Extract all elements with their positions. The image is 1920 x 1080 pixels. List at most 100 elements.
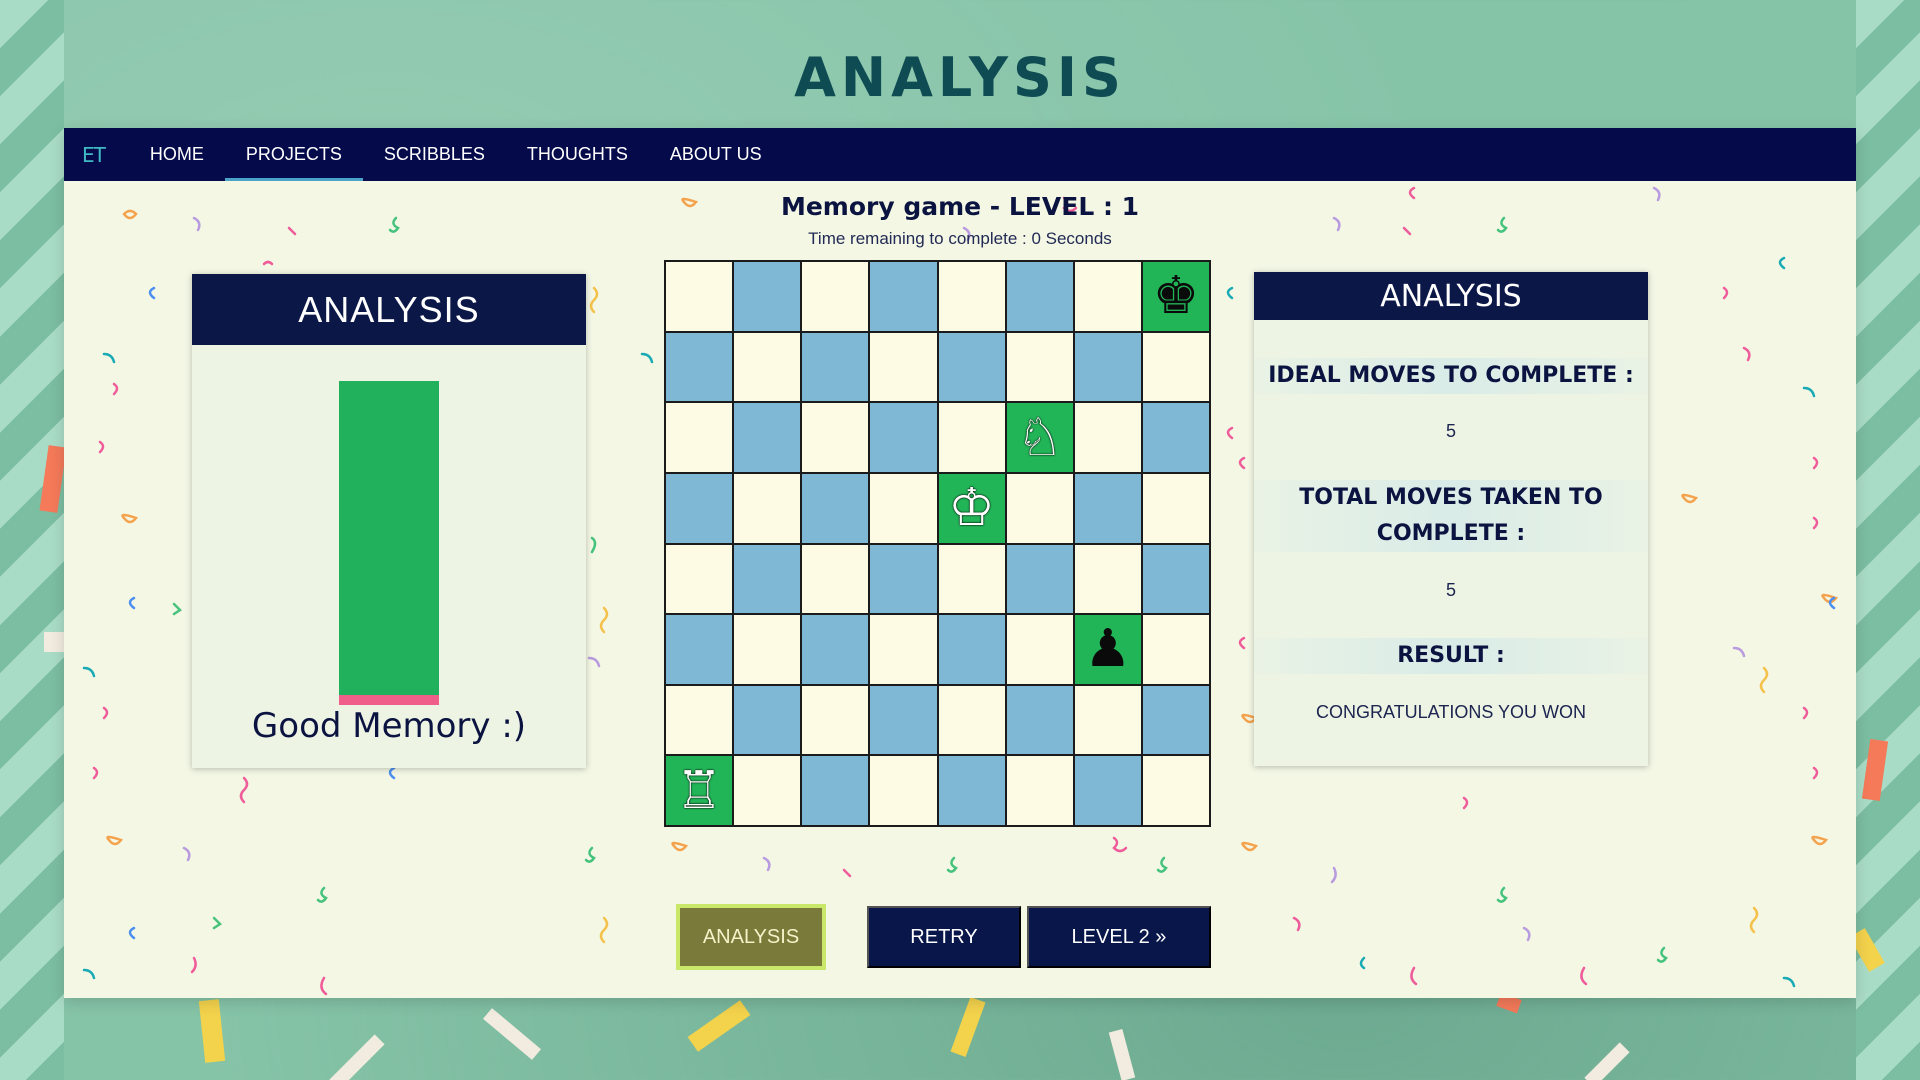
board-square[interactable] — [870, 544, 937, 614]
memory-score-bar — [339, 381, 439, 705]
board-square[interactable] — [1006, 332, 1073, 402]
board-square[interactable]: ♚ — [1142, 262, 1209, 331]
board-square[interactable] — [802, 544, 869, 614]
board-square[interactable] — [1006, 544, 1073, 614]
board-square[interactable]: ♔ — [938, 473, 1005, 543]
nav-scribbles[interactable]: SCRIBBLES — [363, 128, 506, 181]
board-square[interactable] — [1142, 332, 1209, 402]
board-square[interactable] — [870, 756, 937, 825]
board-square[interactable] — [802, 473, 869, 543]
nav-about-us[interactable]: ABOUT US — [649, 128, 783, 181]
confetti-piece — [1108, 1029, 1136, 1080]
board-square[interactable] — [802, 332, 869, 402]
board-square[interactable] — [802, 615, 869, 684]
ideal-moves-label: IDEAL MOVES TO COMPLETE : — [1254, 358, 1648, 394]
confetti-piece — [198, 999, 226, 1063]
results-analysis-card: ANALYSIS IDEAL MOVES TO COMPLETE : 5 TOT… — [1254, 272, 1648, 766]
board-square[interactable] — [734, 403, 801, 472]
board-square[interactable] — [870, 332, 937, 402]
white-knight-icon: ♘ — [1016, 407, 1063, 468]
game-heading: Memory game - LEVEL : 1 — [780, 192, 1140, 221]
board-square[interactable]: ♖ — [666, 756, 733, 825]
board-square[interactable] — [870, 685, 937, 755]
board-square[interactable] — [802, 262, 869, 331]
board-square[interactable] — [666, 685, 733, 755]
board-square[interactable] — [938, 685, 1005, 755]
board-square[interactable]: ♘ — [1006, 403, 1073, 472]
nav-home[interactable]: HOME — [129, 128, 225, 181]
retry-button[interactable]: RETRY — [867, 906, 1021, 968]
board-square[interactable] — [666, 403, 733, 472]
memory-analysis-card: ANALYSIS Good Memory :) — [192, 274, 586, 768]
board-square[interactable] — [1074, 262, 1141, 331]
board-square[interactable] — [1142, 615, 1209, 684]
nav-thoughts[interactable]: THOUGHTS — [506, 128, 649, 181]
board-square[interactable] — [1074, 403, 1141, 472]
board-square[interactable] — [1074, 685, 1141, 755]
confetti-piece — [44, 632, 66, 652]
board-square[interactable] — [734, 544, 801, 614]
board-square[interactable] — [734, 756, 801, 825]
result-value: CONGRATULATIONS YOU WON — [1315, 702, 1587, 722]
board-square[interactable] — [938, 332, 1005, 402]
game-timer: Time remaining to complete : 0 Seconds — [808, 229, 1112, 248]
board-square[interactable] — [1006, 615, 1073, 684]
board-square[interactable] — [870, 262, 937, 331]
top-navbar: ET HOME PROJECTS SCRIBBLES THOUGHTS ABOU… — [64, 128, 1856, 181]
site-logo[interactable]: ET — [82, 143, 106, 167]
board-square[interactable] — [1074, 544, 1141, 614]
board-square[interactable] — [938, 615, 1005, 684]
board-square[interactable] — [870, 615, 937, 684]
board-square[interactable] — [870, 473, 937, 543]
total-moves-value: 5 — [1445, 580, 1456, 600]
memory-analysis-title: ANALYSIS — [192, 274, 586, 345]
board-square[interactable] — [1142, 756, 1209, 825]
board-square[interactable] — [1074, 332, 1141, 402]
board-square[interactable] — [666, 262, 733, 331]
analysis-button[interactable]: ANALYSIS — [676, 904, 826, 970]
board-square[interactable] — [734, 332, 801, 402]
ideal-moves-value: 5 — [1445, 421, 1456, 441]
memory-score-fill — [339, 381, 439, 696]
chess-board: ♚ ♘ ♔ ♟ ♖ — [664, 260, 1211, 827]
board-square[interactable] — [666, 473, 733, 543]
board-square[interactable] — [1006, 262, 1073, 331]
memory-label: Good Memory :) — [251, 706, 527, 746]
board-square[interactable] — [1006, 756, 1073, 825]
board-square[interactable] — [938, 756, 1005, 825]
result-label: RESULT : — [1254, 638, 1648, 674]
black-king-icon: ♚ — [1152, 266, 1200, 327]
board-square[interactable] — [734, 262, 801, 331]
board-square[interactable] — [734, 615, 801, 684]
board-square[interactable] — [1142, 685, 1209, 755]
board-square[interactable] — [734, 473, 801, 543]
decorative-stripes-right — [1856, 0, 1920, 1080]
board-square[interactable] — [1142, 544, 1209, 614]
confetti-piece — [687, 1000, 751, 1052]
board-square[interactable] — [802, 403, 869, 472]
board-square[interactable] — [1142, 473, 1209, 543]
board-square[interactable]: ♟ — [1074, 615, 1141, 684]
confetti-piece — [482, 1008, 542, 1060]
board-square[interactable] — [938, 262, 1005, 331]
board-square[interactable] — [666, 332, 733, 402]
board-square[interactable] — [666, 615, 733, 684]
confetti-piece — [1584, 1042, 1630, 1080]
board-square[interactable] — [1142, 403, 1209, 472]
confetti-piece — [950, 997, 986, 1057]
nav-projects[interactable]: PROJECTS — [224, 128, 363, 181]
board-square[interactable] — [1074, 756, 1141, 825]
black-pawn-icon: ♟ — [1084, 619, 1132, 680]
board-square[interactable] — [1074, 473, 1141, 543]
board-square[interactable] — [734, 685, 801, 755]
board-square[interactable] — [1006, 473, 1073, 543]
next-level-button[interactable]: LEVEL 2 » — [1027, 906, 1211, 968]
board-square[interactable] — [666, 544, 733, 614]
board-square[interactable] — [1006, 685, 1073, 755]
board-square[interactable] — [802, 756, 869, 825]
board-square[interactable] — [938, 544, 1005, 614]
board-square[interactable] — [938, 403, 1005, 472]
board-square[interactable] — [802, 685, 869, 755]
board-square[interactable] — [870, 403, 937, 472]
decorative-stripes-left — [0, 0, 64, 1080]
